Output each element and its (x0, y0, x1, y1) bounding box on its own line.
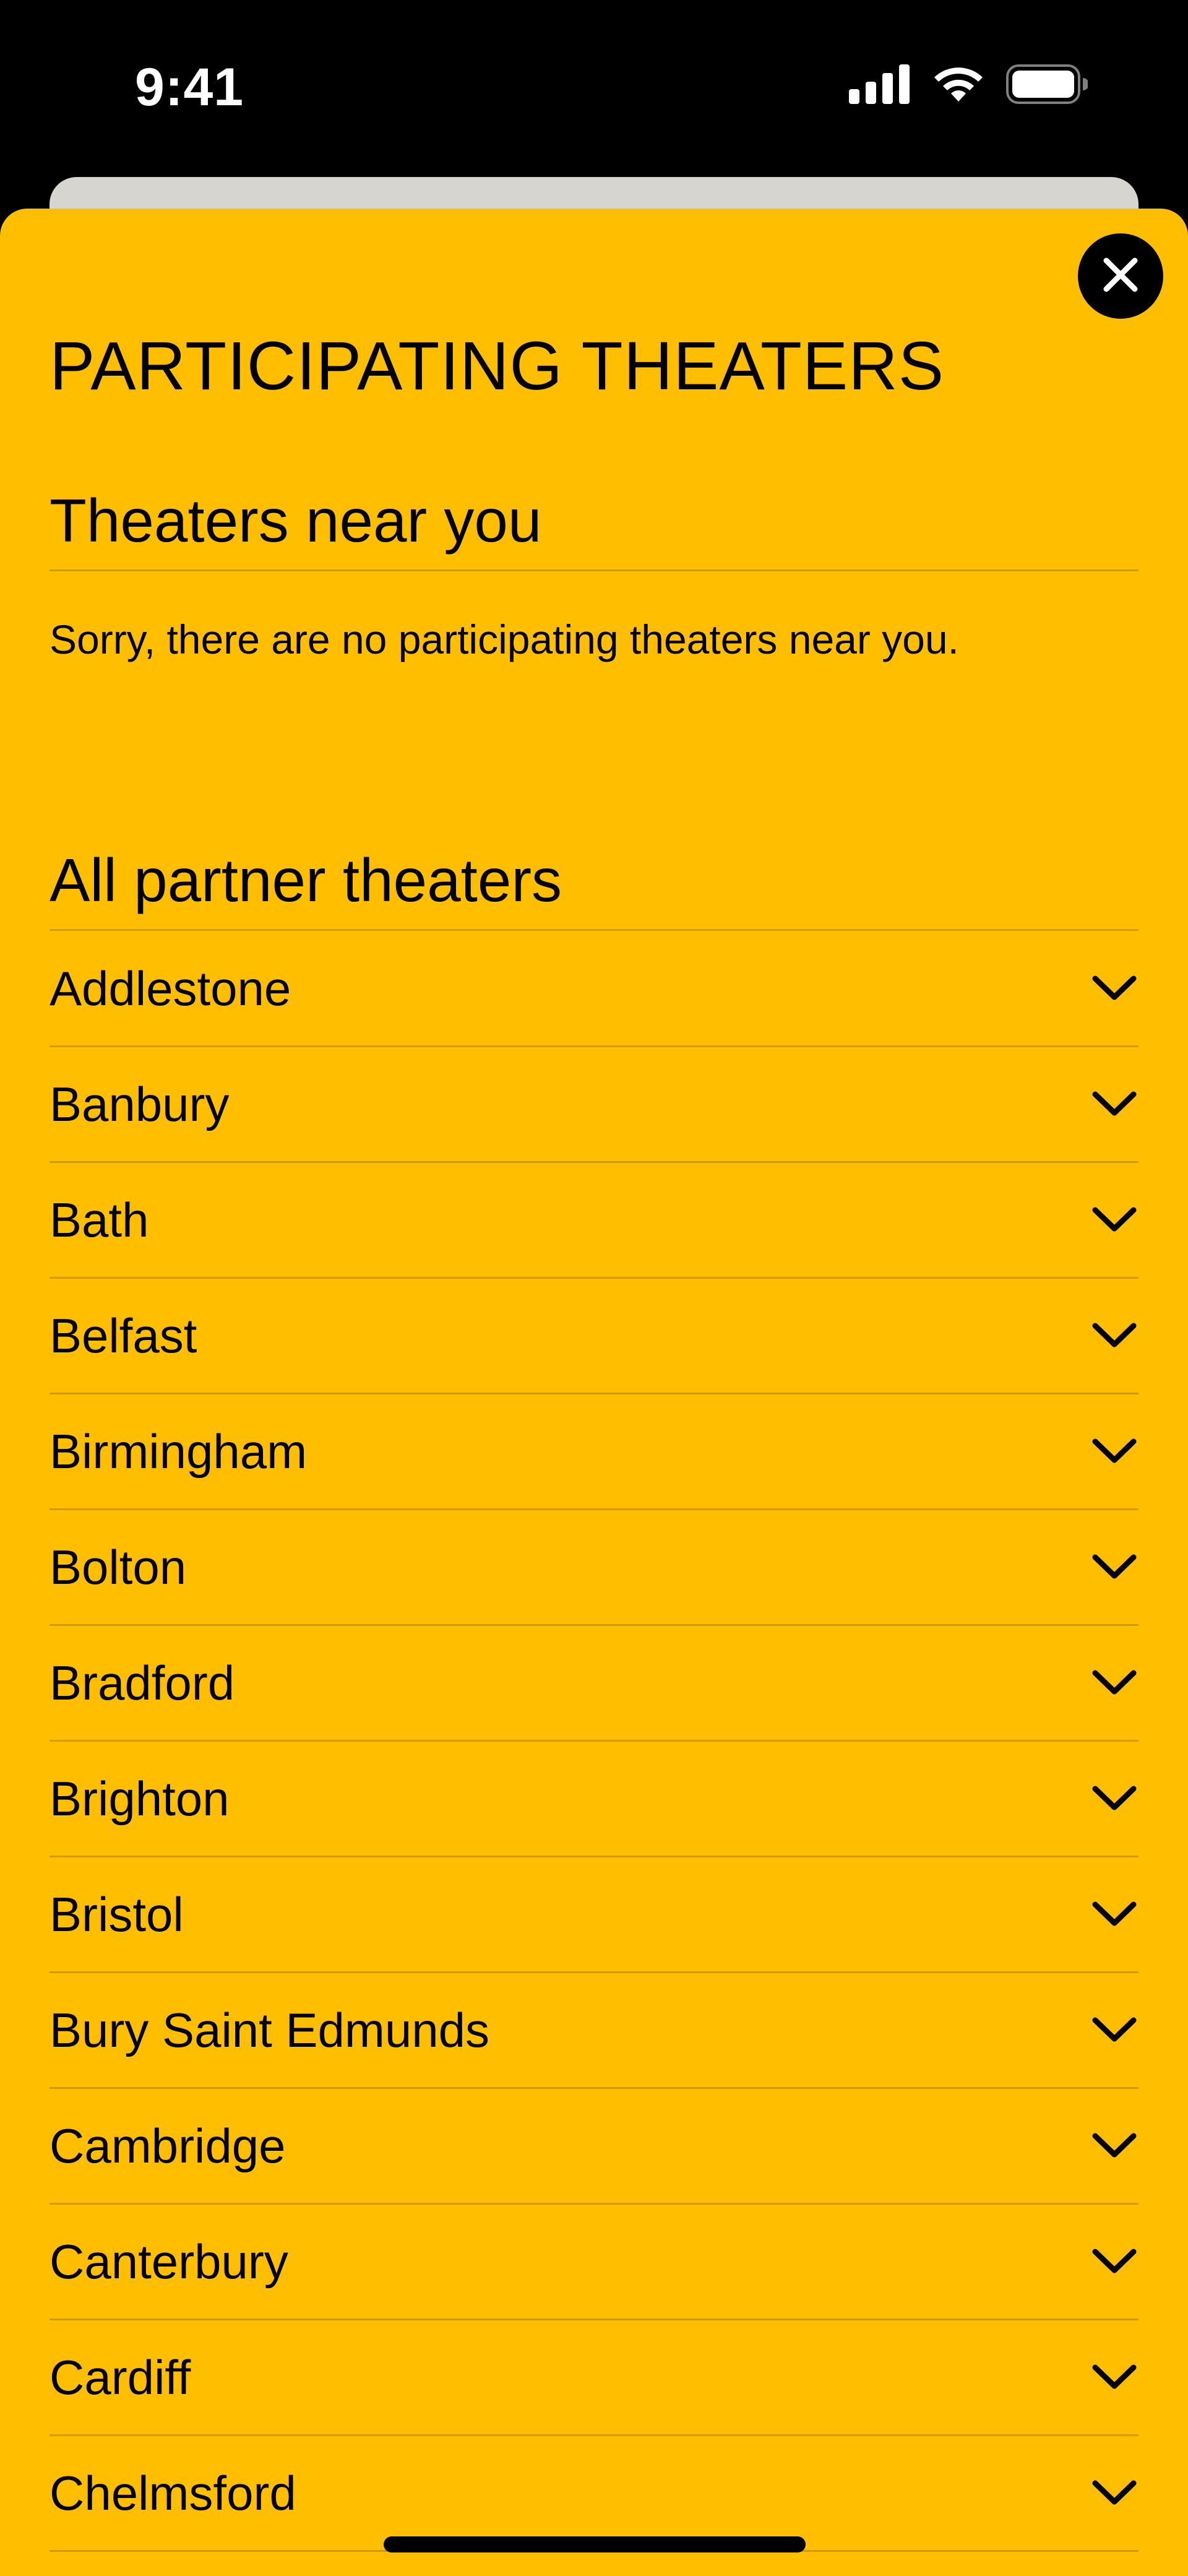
theater-row-cambridge[interactable]: Cambridge (50, 2089, 1138, 2205)
close-button[interactable] (1078, 233, 1163, 319)
theater-name: Cambridge (50, 2119, 286, 2173)
status-time: 9:41 (135, 58, 244, 117)
theater-name: Bristol (50, 1887, 184, 1942)
theater-name: Banbury (50, 1077, 230, 1131)
theater-name: Belfast (50, 1308, 197, 1363)
chevron-down-icon (1090, 2353, 1138, 2401)
theater-row-bristol[interactable]: Bristol (50, 1857, 1138, 1973)
theater-name: Bury Saint Edmunds (50, 2003, 490, 2057)
theater-name: Bradford (50, 1656, 235, 1710)
chevron-down-icon (1090, 1774, 1138, 1823)
theater-row-banbury[interactable]: Banbury (50, 1047, 1138, 1163)
theater-row-bury-saint-edmunds[interactable]: Bury Saint Edmunds (50, 1973, 1138, 2089)
chevron-down-icon (1090, 964, 1138, 1013)
home-indicator[interactable] (384, 2536, 806, 2552)
chevron-down-icon (1090, 1080, 1138, 1128)
empty-state-message: Sorry, there are no participating theate… (50, 616, 959, 662)
chevron-down-icon (1090, 1196, 1138, 1244)
theater-name: Brighton (50, 1771, 230, 1826)
wifi-icon (932, 64, 985, 104)
partner-theaters-heading: All partner theaters (50, 850, 1138, 931)
theater-list: Addlestone Banbury Bath Belfast Birmingh… (50, 931, 1138, 2552)
theaters-sheet: PARTICIPATING THEATERS Theaters near you… (0, 209, 1188, 2576)
theater-row-bath[interactable]: Bath (50, 1163, 1138, 1279)
theater-row-brighton[interactable]: Brighton (50, 1742, 1138, 1857)
theater-name: Cardiff (50, 2350, 191, 2405)
theater-row-canterbury[interactable]: Canterbury (50, 2205, 1138, 2320)
chevron-down-icon (1090, 2469, 1138, 2517)
chevron-down-icon (1090, 1312, 1138, 1360)
theater-row-addlestone[interactable]: Addlestone (50, 931, 1138, 1047)
chevron-down-icon (1090, 2122, 1138, 2170)
theater-name: Bolton (50, 1540, 187, 1594)
near-you-heading: Theaters near you (50, 490, 1138, 571)
theater-name: Bath (50, 1193, 149, 1247)
battery-icon (1006, 64, 1088, 104)
theater-name: Chelmsford (50, 2466, 296, 2520)
theater-row-bolton[interactable]: Bolton (50, 1510, 1138, 1626)
theater-row-bradford[interactable]: Bradford (50, 1626, 1138, 1742)
close-icon (1101, 256, 1140, 297)
theater-row-birmingham[interactable]: Birmingham (50, 1394, 1138, 1510)
chevron-down-icon (1090, 2237, 1138, 2286)
theater-row-chelmsford[interactable]: Chelmsford (50, 2436, 1138, 2552)
cellular-signal-icon (849, 64, 911, 104)
chevron-down-icon (1090, 1427, 1138, 1476)
chevron-down-icon (1090, 1890, 1138, 1938)
status-icons (849, 64, 1088, 104)
page-title: PARTICIPATING THEATERS (50, 328, 945, 404)
chevron-down-icon (1090, 1543, 1138, 1591)
theater-row-belfast[interactable]: Belfast (50, 1279, 1138, 1394)
theater-name: Canterbury (50, 2234, 288, 2289)
theater-name: Birmingham (50, 1424, 308, 1479)
chevron-down-icon (1090, 1659, 1138, 1707)
theater-row-cardiff[interactable]: Cardiff (50, 2320, 1138, 2436)
status-bar: 9:41 (0, 0, 1188, 179)
theater-name: Addlestone (50, 961, 291, 1016)
chevron-down-icon (1090, 2006, 1138, 2054)
